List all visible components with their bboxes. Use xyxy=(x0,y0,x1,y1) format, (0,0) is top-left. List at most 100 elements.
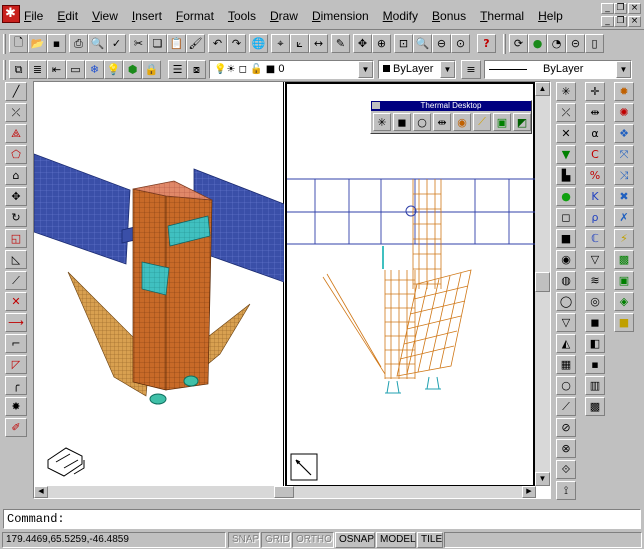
toolbar-close-icon[interactable] xyxy=(372,102,380,109)
layer-lock-icon[interactable]: 🔒 xyxy=(142,60,161,79)
stretch-icon[interactable]: ◺ xyxy=(5,250,27,269)
chamfer-icon[interactable]: ◸ xyxy=(5,355,27,374)
snap-node-icon[interactable]: ▼ xyxy=(556,145,576,164)
lengthen-icon[interactable]: ⟋ xyxy=(5,271,27,290)
solid-cylinder-icon[interactable]: ◍ xyxy=(556,271,576,290)
layer-list-icon[interactable]: ☰ xyxy=(168,60,187,79)
grid-toggle[interactable]: GRID xyxy=(261,532,291,548)
tool-flow-icon[interactable]: ⤧ xyxy=(614,145,634,164)
rotate-icon[interactable]: ↻ xyxy=(5,208,27,227)
trim-icon[interactable]: ✕ xyxy=(5,292,27,311)
spell-check-icon[interactable]: ✓ xyxy=(107,34,126,53)
match-properties-icon[interactable]: 🖌 xyxy=(186,34,205,53)
menu-view[interactable]: View xyxy=(92,9,124,23)
fillet-icon[interactable]: ╭ xyxy=(5,376,27,395)
zoom-realtime-icon[interactable]: ⊕ xyxy=(372,34,391,53)
close-icon[interactable]: × xyxy=(628,3,641,14)
break-icon[interactable]: ⌐ xyxy=(5,334,27,353)
save-icon[interactable]: ▪ xyxy=(47,34,66,53)
tool-link-icon[interactable]: ⤨ xyxy=(614,166,634,185)
toolbar-grip[interactable] xyxy=(3,34,6,54)
tool-map-icon[interactable]: ▣ xyxy=(614,271,634,290)
layer-dropdown[interactable]: 💡☀ ◻ 🔓 ■ 0 ▼ xyxy=(209,60,374,79)
minimize-icon[interactable]: _ xyxy=(601,3,614,14)
tool-dot-icon[interactable]: ▪ xyxy=(585,355,605,374)
drawing-area[interactable]: ▲ ▼ ◀ ▶ xyxy=(33,81,551,499)
explode-icon[interactable]: ✸ xyxy=(5,397,27,416)
menu-insert[interactable]: Insert xyxy=(132,9,168,23)
surface-edge-icon[interactable]: ⊘ xyxy=(556,418,576,437)
scroll-down-icon[interactable]: ▼ xyxy=(535,472,550,486)
tool-arrows-icon[interactable]: ⇹ xyxy=(585,103,605,122)
viewport-right[interactable] xyxy=(285,82,535,487)
tool-bolt-icon[interactable]: ⚡ xyxy=(614,229,634,248)
polygon-icon[interactable]: ⬠ xyxy=(5,145,27,164)
tile-toggle[interactable]: TILE xyxy=(417,532,443,548)
menu-format[interactable]: Format xyxy=(176,9,220,23)
print-icon[interactable]: ⎙ xyxy=(69,34,88,53)
thermal-desktop-toolbar[interactable]: Thermal Desktop ✳ ◼ ○ ⇹ ◉ ⟋ ▣ ◩ xyxy=(370,100,532,134)
polyline-icon[interactable]: ⟁ xyxy=(5,124,27,143)
thermal-heatload-icon[interactable]: ◉ xyxy=(453,113,471,131)
app-icon[interactable] xyxy=(2,5,20,23)
snap-toggle[interactable]: SNAP xyxy=(228,532,260,548)
line-tool-icon[interactable]: ╱ xyxy=(5,82,27,101)
surface-3dface-icon[interactable]: ⟐ xyxy=(556,460,576,479)
shade-icon[interactable]: ◔ xyxy=(547,34,566,53)
copy-icon[interactable]: ❏ xyxy=(148,34,167,53)
tool-heat-icon[interactable]: ❖ xyxy=(614,124,634,143)
doc-close-icon[interactable]: × xyxy=(628,16,641,27)
solid-cone-icon[interactable]: ◯ xyxy=(556,292,576,311)
tool-yellow-icon[interactable]: ■ xyxy=(614,313,634,332)
tool-sun-icon[interactable]: ✹ xyxy=(614,82,634,101)
tool-circle-icon[interactable]: ◎ xyxy=(585,292,605,311)
tool-fire-icon[interactable]: ✺ xyxy=(614,103,634,122)
scroll-up-icon[interactable]: ▲ xyxy=(535,82,550,96)
solid-torus-icon[interactable]: ◭ xyxy=(556,334,576,353)
layer-snowflake-icon[interactable]: ❄ xyxy=(85,60,104,79)
menu-file[interactable]: File xyxy=(24,9,49,23)
eraser-icon[interactable]: ✐ xyxy=(5,418,27,437)
doc-minimize-icon[interactable]: _ xyxy=(601,16,614,27)
named-views-icon[interactable]: ▯ xyxy=(585,34,604,53)
layer-freeze-icon[interactable]: ▭ xyxy=(66,60,85,79)
solid-sphere-icon[interactable]: ◉ xyxy=(556,250,576,269)
viewport-left[interactable] xyxy=(33,82,285,487)
thermal-sun-icon[interactable]: ✳ xyxy=(373,113,391,131)
make-layer-current-icon[interactable]: ⧉ xyxy=(9,60,28,79)
help-icon[interactable]: ? xyxy=(477,34,496,53)
zoom-window-icon[interactable]: ⊡ xyxy=(394,34,413,53)
paste-icon[interactable]: 📋 xyxy=(167,34,186,53)
tool-contour-icon[interactable]: ◈ xyxy=(614,292,634,311)
tool-c-icon[interactable]: C xyxy=(585,145,605,164)
tool-green-icon[interactable]: ▩ xyxy=(614,250,634,269)
doc-restore-icon[interactable]: ❐ xyxy=(614,16,627,27)
snap-center-icon[interactable]: ● xyxy=(556,187,576,206)
move-icon[interactable]: ✥ xyxy=(5,187,27,206)
solid-box-icon[interactable]: ■ xyxy=(556,229,576,248)
tool-alpha-icon[interactable]: α xyxy=(585,124,605,143)
tracking-icon[interactable]: ⌖ xyxy=(271,34,290,53)
menu-draw[interactable]: Draw xyxy=(270,9,304,23)
hscroll-thumb[interactable] xyxy=(274,486,294,498)
surface-tab-icon[interactable]: ⟋ xyxy=(556,397,576,416)
solid-wedge-icon[interactable]: ▽ xyxy=(556,313,576,332)
surface-rev-icon[interactable]: ⊗ xyxy=(556,439,576,458)
scale-icon[interactable]: ◱ xyxy=(5,229,27,248)
extend-icon[interactable]: ⟶ xyxy=(5,313,27,332)
thermal-results-icon[interactable]: ▣ xyxy=(493,113,511,131)
ucs-icon[interactable]: ⟀ xyxy=(290,34,309,53)
view-cube-icon[interactable]: ⊝ xyxy=(566,34,585,53)
layer-manager-icon[interactable]: ≣ xyxy=(28,60,47,79)
tool-crosshair-icon[interactable]: ✛ xyxy=(585,82,605,101)
pan-icon[interactable]: ✥ xyxy=(353,34,372,53)
tool-layers-icon[interactable]: ◧ xyxy=(585,334,605,353)
render-icon[interactable]: ● xyxy=(528,34,547,53)
tool-triangle-icon[interactable]: ▽ xyxy=(585,250,605,269)
new-file-icon[interactable]: 🗋 xyxy=(9,34,28,53)
tool-square-icon[interactable]: ◼ xyxy=(585,313,605,332)
thermal-postproc-icon[interactable]: ◩ xyxy=(513,113,531,131)
linetype-dropdown[interactable]: ByLayer ▼ xyxy=(484,60,632,79)
menu-tools[interactable]: Tools xyxy=(228,9,262,23)
surface-3dmesh-icon[interactable]: ⟟ xyxy=(556,481,576,500)
